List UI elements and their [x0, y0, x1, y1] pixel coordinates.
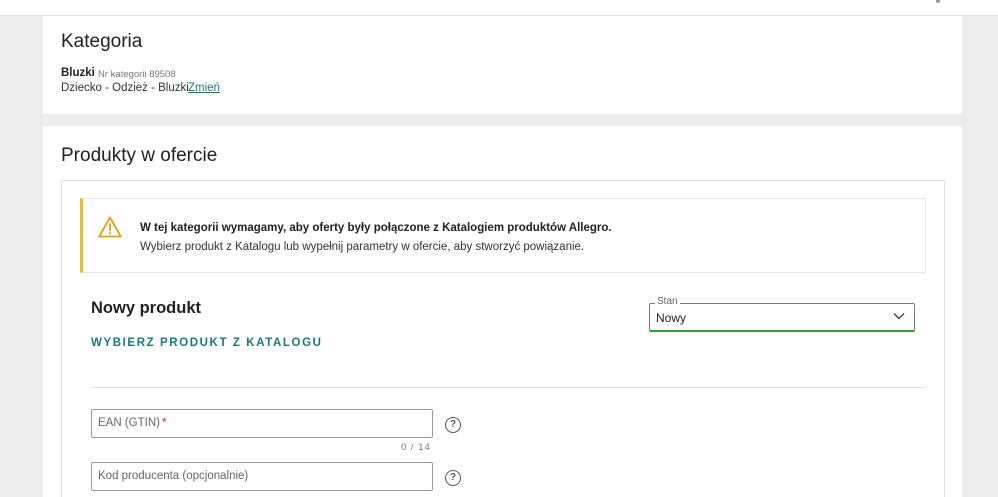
condition-select[interactable]: Nowy — [649, 303, 915, 332]
category-number: Nr kategorii 89508 — [98, 69, 176, 80]
producer-code-placeholder: Kod producenta (opcjonalnie) — [98, 470, 249, 482]
alert-message: Wybierz produkt z Katalogu lub wypełnij … — [140, 241, 585, 253]
top-bar — [0, 0, 998, 16]
condition-label: Stan — [655, 296, 680, 307]
category-path: Dziecko - Odzież - Bluzki — [61, 82, 189, 94]
condition-value: Nowy — [656, 311, 687, 325]
products-title: Produkty w ofercie — [61, 145, 218, 166]
ean-placeholder-text: EAN (GTIN) — [98, 417, 160, 429]
producer-code-help-icon[interactable]: ? — [445, 470, 461, 486]
catalog-warning-alert: W tej kategorii wymagamy, aby oferty był… — [80, 198, 926, 273]
new-product-title: Nowy produkt — [91, 299, 201, 317]
warning-icon — [98, 216, 122, 238]
ean-placeholder: EAN (GTIN) * — [98, 417, 166, 429]
products-card: Produkty w ofercie W tej kategorii wymag… — [43, 126, 962, 497]
ean-help-icon[interactable]: ? — [445, 417, 461, 433]
change-category-link[interactable]: Zmień — [188, 82, 220, 94]
required-mark: * — [161, 417, 167, 429]
ean-character-counter: 0 / 14 — [401, 442, 431, 453]
product-panel: W tej kategorii wymagamy, aby oferty był… — [61, 180, 945, 497]
section-divider — [91, 387, 926, 388]
alert-heading: W tej kategorii wymagamy, aby oferty był… — [140, 222, 612, 234]
choose-from-catalog-link[interactable]: WYBIERZ PRODUKT Z KATALOGU — [91, 337, 323, 349]
category-card: Kategoria Bluzki Nr kategorii 89508 Dzie… — [43, 16, 962, 114]
chevron-down-icon — [893, 313, 905, 320]
category-title: Kategoria — [61, 31, 143, 52]
producer-code-input[interactable]: Kod producenta (opcjonalnie) — [91, 462, 433, 491]
top-bar-indicator — [936, 0, 940, 3]
category-name: Bluzki — [61, 67, 95, 79]
ean-input[interactable]: EAN (GTIN) * — [91, 409, 433, 438]
